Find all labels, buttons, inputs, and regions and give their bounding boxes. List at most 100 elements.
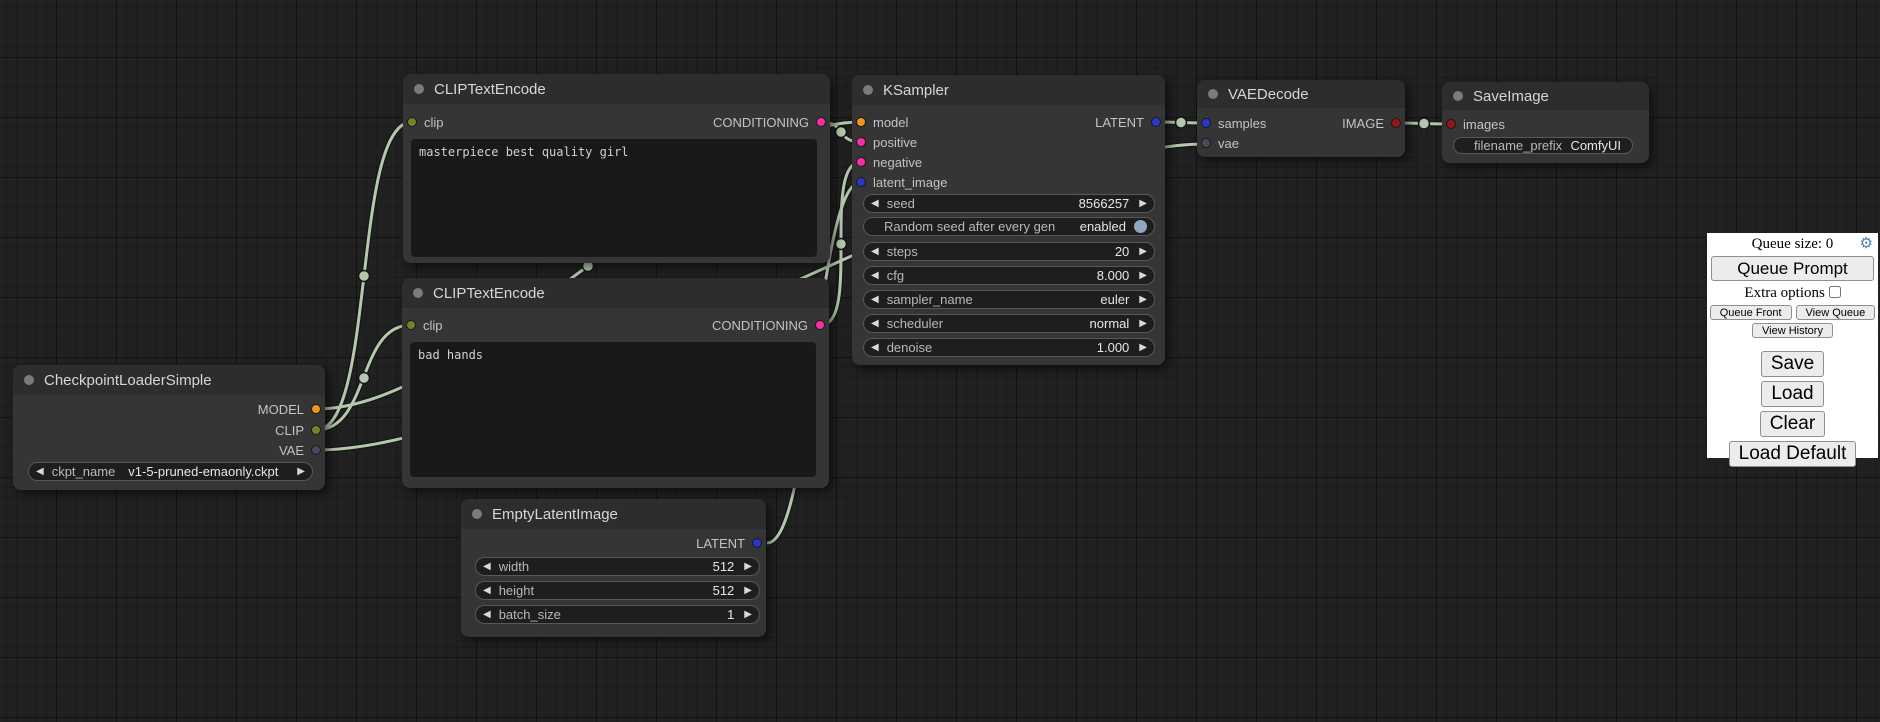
node-collapse-dot[interactable] — [472, 509, 482, 519]
decrement-arrow-icon[interactable] — [871, 199, 879, 209]
conditioning-output-port[interactable] — [816, 117, 826, 127]
samples-input-port[interactable] — [1201, 118, 1211, 128]
input-negative: negative — [856, 152, 922, 172]
conditioning-output-port[interactable] — [815, 320, 825, 330]
vae-output-port[interactable] — [311, 445, 321, 455]
extra-options-label: Extra options — [1744, 285, 1824, 301]
height-widget[interactable]: height 512 — [475, 581, 760, 600]
steps-widget[interactable]: steps 20 — [863, 242, 1155, 261]
increment-arrow-icon[interactable] — [297, 467, 305, 477]
positive-prompt-textarea[interactable]: masterpiece best quality girl — [411, 139, 817, 257]
images-input-port[interactable] — [1446, 119, 1456, 129]
positive-input-port[interactable] — [856, 137, 866, 147]
input-model: model — [856, 112, 908, 132]
increment-arrow-icon[interactable] — [1139, 199, 1147, 209]
node-collapse-dot[interactable] — [413, 288, 423, 298]
node-title-bar[interactable]: CLIPTextEncode — [403, 74, 830, 104]
decrement-arrow-icon[interactable] — [871, 271, 879, 281]
node-ksampler[interactable]: KSampler model positive negative latent_… — [852, 75, 1165, 365]
decrement-arrow-icon[interactable] — [483, 610, 491, 620]
node-title-bar[interactable]: EmptyLatentImage — [461, 499, 766, 529]
view-queue-button[interactable]: View Queue — [1796, 305, 1876, 320]
node-title: CLIPTextEncode — [434, 81, 546, 98]
output-latent: LATENT — [1095, 112, 1161, 132]
settings-gear-icon[interactable]: ⚙ — [1860, 236, 1873, 251]
clip-output-port[interactable] — [311, 425, 321, 435]
ckpt-name-widget[interactable]: ckpt_name v1-5-pruned-emaonly.ckpt — [28, 462, 313, 481]
queue-front-button[interactable]: Queue Front — [1710, 305, 1792, 320]
negative-prompt-textarea[interactable]: bad hands — [410, 342, 816, 477]
model-output-port[interactable] — [311, 404, 321, 414]
latent-output-port[interactable] — [752, 538, 762, 548]
load-button[interactable]: Load — [1761, 381, 1823, 407]
cfg-widget[interactable]: cfg 8.000 — [863, 266, 1155, 285]
node-collapse-dot[interactable] — [1208, 89, 1218, 99]
node-title-bar[interactable]: VAEDecode — [1197, 80, 1405, 108]
increment-arrow-icon[interactable] — [1139, 271, 1147, 281]
node-clip-text-encode-positive[interactable]: CLIPTextEncode clip CONDITIONING masterp… — [403, 74, 830, 263]
increment-arrow-icon[interactable] — [744, 562, 752, 572]
increment-arrow-icon[interactable] — [1139, 319, 1147, 329]
input-clip: clip — [406, 315, 443, 335]
node-clip-text-encode-negative[interactable]: CLIPTextEncode clip CONDITIONING bad han… — [402, 278, 829, 488]
increment-arrow-icon[interactable] — [1139, 295, 1147, 305]
vae-input-port[interactable] — [1201, 138, 1211, 148]
comfyui-canvas[interactable]: { "colors": { "wire": "#b5c8ad", "port_m… — [0, 0, 1880, 722]
negative-input-port[interactable] — [856, 157, 866, 167]
queue-prompt-button[interactable]: Queue Prompt — [1711, 256, 1874, 281]
node-collapse-dot[interactable] — [863, 85, 873, 95]
increment-arrow-icon[interactable] — [1139, 343, 1147, 353]
extra-options-checkbox[interactable] — [1829, 286, 1841, 298]
node-title-bar[interactable]: KSampler — [852, 75, 1165, 105]
batch-size-widget[interactable]: batch_size 1 — [475, 605, 760, 624]
width-widget[interactable]: width 512 — [475, 557, 760, 576]
latent-output-port[interactable] — [1151, 117, 1161, 127]
increment-arrow-icon[interactable] — [744, 586, 752, 596]
decrement-arrow-icon[interactable] — [871, 247, 879, 257]
input-latent-image: latent_image — [856, 172, 947, 192]
decrement-arrow-icon[interactable] — [483, 562, 491, 572]
decrement-arrow-icon[interactable] — [36, 467, 44, 477]
decrement-arrow-icon[interactable] — [871, 319, 879, 329]
input-samples: samples — [1201, 113, 1266, 133]
filename-prefix-widget[interactable]: filename_prefix ComfyUI — [1453, 137, 1633, 154]
node-title-bar[interactable]: CLIPTextEncode — [402, 278, 829, 308]
node-title-bar[interactable]: CheckpointLoaderSimple — [13, 365, 325, 395]
increment-arrow-icon[interactable] — [744, 610, 752, 620]
node-title: EmptyLatentImage — [492, 506, 618, 523]
decrement-arrow-icon[interactable] — [483, 586, 491, 596]
queue-size-label: Queue size: 0 — [1707, 233, 1878, 253]
node-checkpoint-loader-simple[interactable]: CheckpointLoaderSimple MODEL CLIP VAE ck… — [13, 365, 325, 490]
image-output-port[interactable] — [1391, 118, 1401, 128]
model-input-port[interactable] — [856, 117, 866, 127]
node-collapse-dot[interactable] — [24, 375, 34, 385]
save-button[interactable]: Save — [1761, 351, 1824, 377]
clip-input-port[interactable] — [407, 117, 417, 127]
clear-button[interactable]: Clear — [1760, 411, 1825, 437]
node-save-image[interactable]: SaveImage images filename_prefix ComfyUI — [1442, 82, 1649, 163]
view-history-button[interactable]: View History — [1752, 323, 1833, 338]
denoise-widget[interactable]: denoise 1.000 — [863, 338, 1155, 357]
node-title: SaveImage — [1473, 88, 1549, 105]
increment-arrow-icon[interactable] — [1139, 247, 1147, 257]
input-positive: positive — [856, 132, 917, 152]
clip-input-port[interactable] — [406, 320, 416, 330]
decrement-arrow-icon[interactable] — [871, 343, 879, 353]
node-title: CheckpointLoaderSimple — [44, 372, 212, 389]
latent-image-input-port[interactable] — [856, 177, 866, 187]
load-default-button[interactable]: Load Default — [1729, 441, 1857, 467]
node-vae-decode[interactable]: VAEDecode samples vae IMAGE — [1197, 80, 1405, 157]
decrement-arrow-icon[interactable] — [871, 295, 879, 305]
node-collapse-dot[interactable] — [1453, 91, 1463, 101]
node-empty-latent-image[interactable]: EmptyLatentImage LATENT width 512 height… — [461, 499, 766, 637]
random-seed-toggle-widget[interactable]: Random seed after every gen enabled — [863, 217, 1155, 236]
node-title: VAEDecode — [1228, 86, 1309, 103]
sampler-name-widget[interactable]: sampler_name euler — [863, 290, 1155, 309]
node-title-bar[interactable]: SaveImage — [1442, 82, 1649, 110]
node-title: KSampler — [883, 82, 949, 99]
node-collapse-dot[interactable] — [414, 84, 424, 94]
enabled-toggle-icon[interactable] — [1134, 220, 1147, 233]
input-vae: vae — [1201, 133, 1239, 153]
seed-widget[interactable]: seed 8566257 — [863, 194, 1155, 213]
scheduler-widget[interactable]: scheduler normal — [863, 314, 1155, 333]
